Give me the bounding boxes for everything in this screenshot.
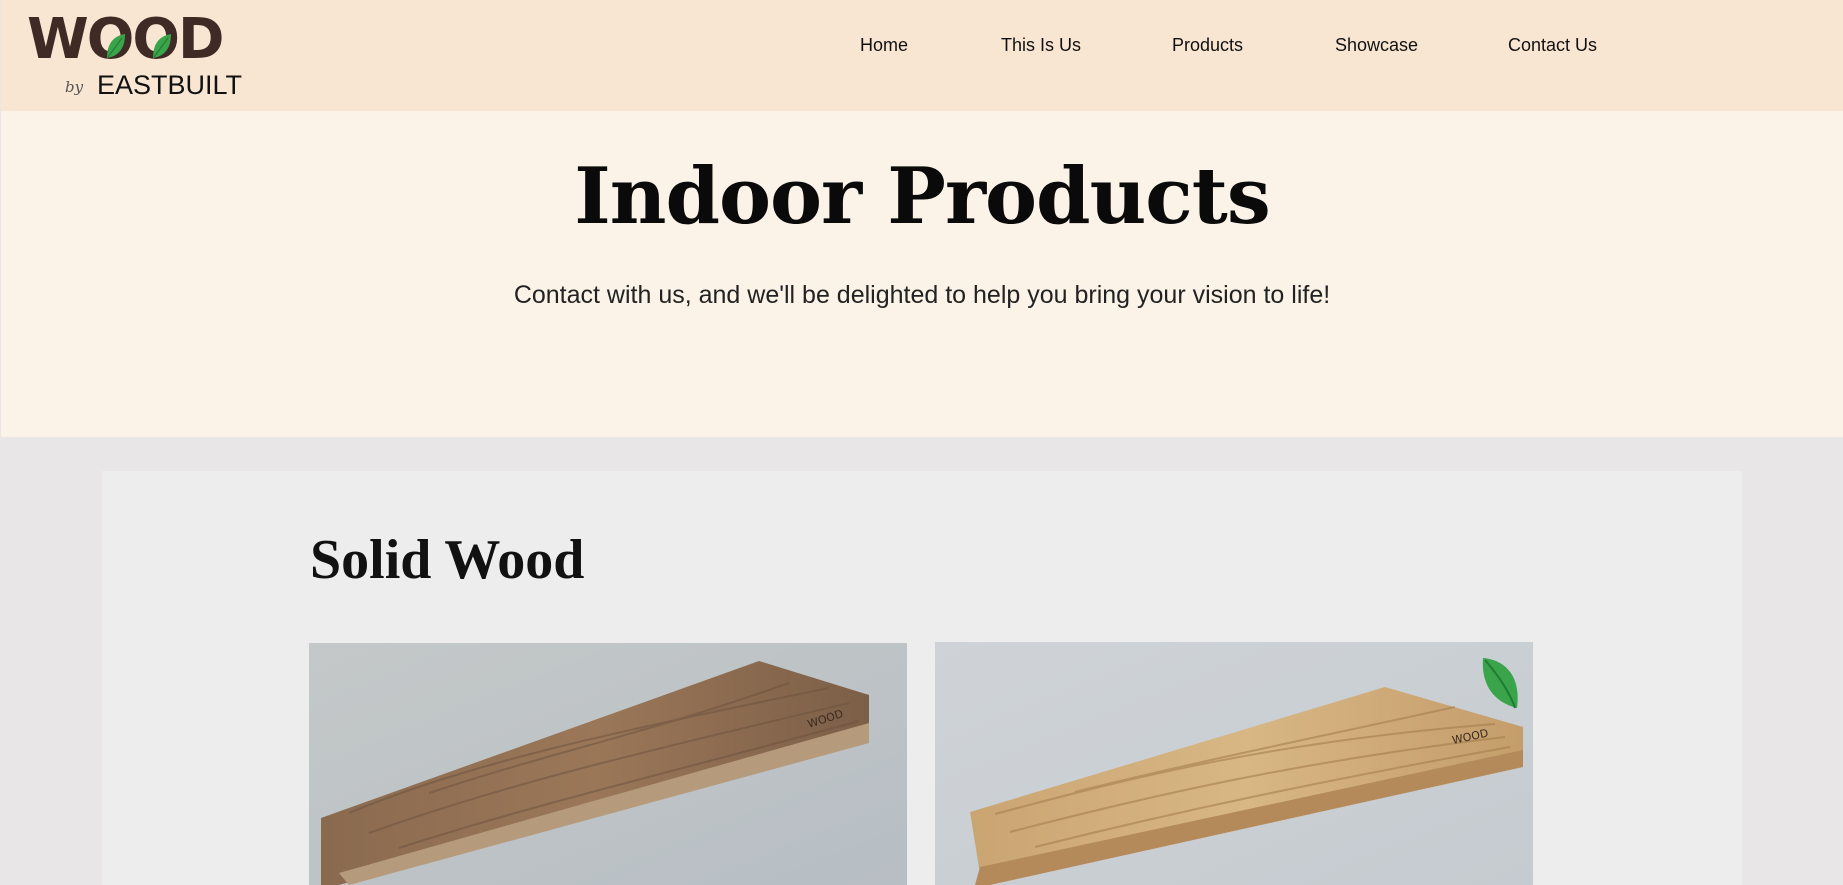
- hero-section: Indoor Products Contact with us, and we'…: [1, 111, 1843, 437]
- page-title: Indoor Products: [574, 151, 1271, 242]
- product-image-dark-oak[interactable]: WOOD: [309, 643, 907, 885]
- hero-subtitle: Contact with us, and we'll be delighted …: [513, 281, 1331, 309]
- leaf-icon: [1482, 658, 1518, 709]
- leaf-icon: [153, 34, 171, 58]
- nav-this-is-us[interactable]: This Is Us: [1001, 35, 1081, 56]
- section-title: Solid Wood: [310, 529, 585, 591]
- nav-contact-us[interactable]: Contact Us: [1508, 35, 1597, 56]
- logo-by-text: by: [65, 78, 84, 96]
- nav-showcase[interactable]: Showcase: [1335, 35, 1418, 56]
- leaf-icon: [107, 34, 125, 58]
- site-logo[interactable]: WOOD by EASTBUILT: [27, 12, 257, 104]
- nav-products[interactable]: Products: [1172, 35, 1243, 56]
- logo-company-name: EASTBUILT: [97, 70, 243, 100]
- nav-home[interactable]: Home: [860, 35, 908, 56]
- product-image-light-oak[interactable]: WOOD: [935, 642, 1533, 885]
- site-header: WOOD by EASTBUILT Home This Is Us Produc…: [1, 0, 1843, 111]
